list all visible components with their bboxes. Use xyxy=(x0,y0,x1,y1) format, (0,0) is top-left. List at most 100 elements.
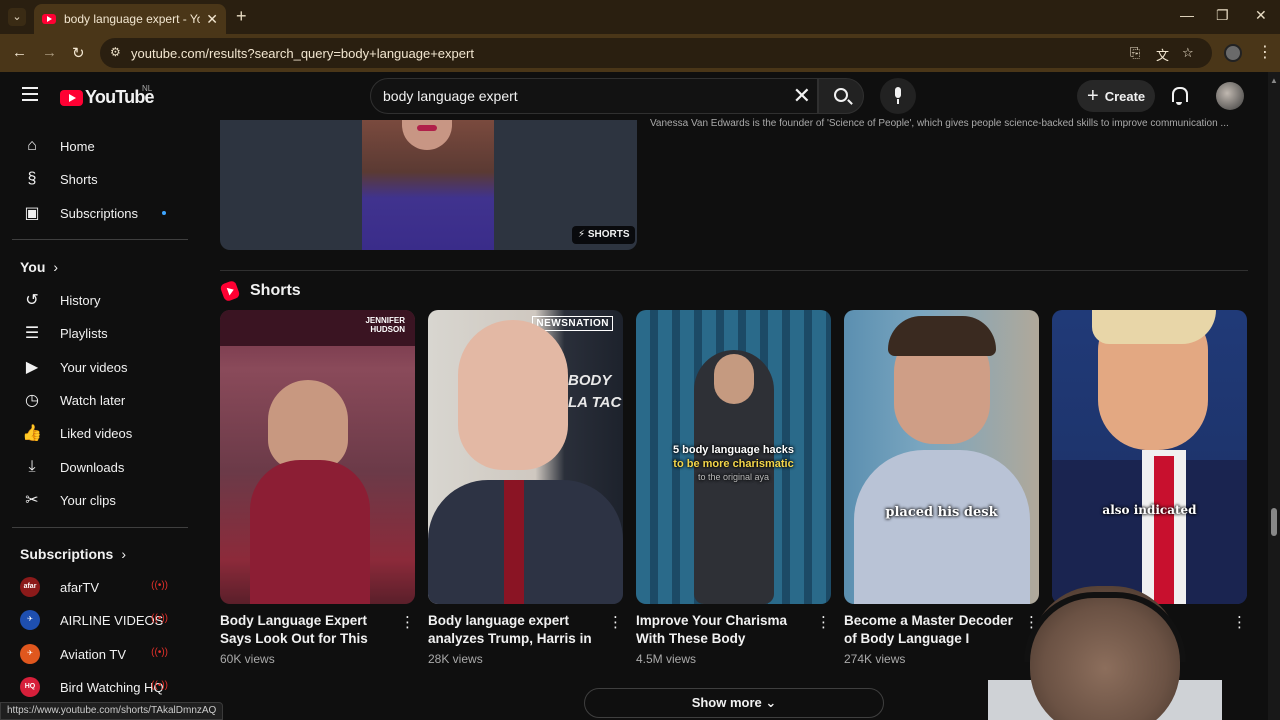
sidebar-subscriptions-heading[interactable]: Subscriptions › xyxy=(20,546,126,562)
browser-profile-icon[interactable] xyxy=(1224,44,1242,62)
youtube-favicon-icon xyxy=(42,14,56,24)
create-label: Create xyxy=(1104,88,1146,104)
more-options-icon[interactable]: ⋮ xyxy=(816,615,831,630)
thumbnail-caption: placed his desk xyxy=(885,505,998,520)
browser-tab-bar: ⌄ body language expert - YouTube ✕ + — ❐… xyxy=(0,0,1280,34)
more-options-icon[interactable]: ⋮ xyxy=(608,615,623,630)
thumbnail-caption: to the original aya xyxy=(697,472,770,482)
sidebar-item-label: Subscriptions xyxy=(60,205,139,221)
sidebar-channel-aviation-tv[interactable]: ✈ Aviation TV ((•)) xyxy=(12,638,190,670)
sidebar-item-playlists[interactable]: ☰ Playlists xyxy=(12,317,190,349)
show-more-button[interactable]: Show more ⌄ xyxy=(584,688,884,718)
search-input[interactable]: body language expert ✕ xyxy=(370,78,818,114)
sidebar-you-heading[interactable]: You › xyxy=(20,259,58,275)
webcam-overlay xyxy=(988,572,1222,720)
notifications-bell-icon[interactable] xyxy=(1170,86,1188,106)
thumbnail-hair xyxy=(888,316,996,356)
sidebar-channel-airline-videos[interactable]: ✈ AIRLINE VIDEOS ((•)) xyxy=(12,604,190,636)
thumbnail-person xyxy=(268,380,348,470)
thumbnail-image xyxy=(362,120,494,250)
restore-icon[interactable]: ❐ xyxy=(1216,7,1229,24)
sidebar-item-subscriptions[interactable]: ▣ Subscriptions xyxy=(12,197,190,229)
site-info-icon[interactable]: ⚙ xyxy=(110,45,121,59)
sidebar-item-label: Watch later xyxy=(60,392,126,408)
browser-tab[interactable]: body language expert - YouTube ✕ xyxy=(34,4,226,34)
voice-search-mic-icon[interactable] xyxy=(880,78,916,114)
liked-icon: 👍 xyxy=(22,425,42,442)
sidebar-item-history[interactable]: ↺ History xyxy=(12,284,190,316)
headphones-icon xyxy=(1024,592,1186,662)
sidebar-item-label: AIRLINE VIDEOS xyxy=(60,612,164,628)
sidebar-channel-afartv[interactable]: afar afarTV ((•)) xyxy=(12,571,190,603)
thumbnail-brand: NEWSNATION xyxy=(532,316,613,331)
reload-icon[interactable]: ↻ xyxy=(72,44,85,62)
sidebar-item-label: Playlists xyxy=(60,325,108,341)
short-title[interactable]: Body language expert analyzes Trump, Har… xyxy=(428,612,600,648)
sidebar-item-liked-videos[interactable]: 👍 Liked videos xyxy=(12,417,190,449)
short-thumbnail[interactable]: placed his desk xyxy=(844,310,1039,604)
sidebar-channel-bird-watching-hq[interactable]: HQ Bird Watching HQ ((•)) xyxy=(12,671,190,703)
hamburger-menu-icon[interactable] xyxy=(22,87,38,105)
translate-icon[interactable]: 文 xyxy=(1156,45,1169,64)
show-more-label: Show more xyxy=(691,695,762,710)
thumbnail-face xyxy=(714,354,754,404)
sidebar-item-watch-later[interactable]: ◷ Watch later xyxy=(12,384,190,416)
your-videos-icon: ▶ xyxy=(25,359,39,376)
sidebar-divider xyxy=(12,239,188,240)
short-thumbnail[interactable]: also indicated xyxy=(1052,310,1247,604)
clear-search-icon[interactable]: ✕ xyxy=(793,83,811,109)
sidebar-item-label: Aviation TV xyxy=(60,646,127,662)
short-views: 274K views xyxy=(844,652,906,666)
sidebar: ⌂ Home § Shorts ▣ Subscriptions You › ↺ H… xyxy=(0,120,200,720)
cast-icon[interactable]: ⎘ xyxy=(1130,45,1140,61)
section-divider xyxy=(220,270,1248,271)
more-options-icon[interactable]: ⋮ xyxy=(1232,615,1247,630)
sidebar-item-home[interactable]: ⌂ Home xyxy=(12,130,190,162)
browser-menu-icon[interactable]: ⋮ xyxy=(1257,42,1273,62)
playlists-icon: ☰ xyxy=(24,325,40,342)
search-button[interactable] xyxy=(818,78,864,114)
tab-close-icon[interactable]: ✕ xyxy=(206,11,218,28)
scroll-up-icon[interactable]: ▲ xyxy=(1270,76,1278,85)
short-thumbnail[interactable]: 5 body language hacks to be more charism… xyxy=(636,310,831,604)
thumbnail-person xyxy=(458,320,568,470)
sidebar-item-shorts[interactable]: § Shorts xyxy=(12,163,190,195)
search-query: body language expert xyxy=(383,88,518,104)
short-thumbnail[interactable]: JENNIFER HUDSON xyxy=(220,310,415,604)
shorts-section-icon xyxy=(219,279,241,303)
close-window-icon[interactable]: ✕ xyxy=(1255,7,1267,24)
create-button[interactable]: + Create xyxy=(1077,80,1155,112)
more-options-icon[interactable]: ⋮ xyxy=(400,615,415,630)
thumbnail-tie xyxy=(504,480,524,604)
address-bar[interactable]: ⚙ youtube.com/results?search_query=body+… xyxy=(100,38,1212,68)
short-card[interactable]: NEWSNATION BODY LA TAC Body language exp… xyxy=(428,310,623,666)
youtube-logo[interactable]: YouTube NL xyxy=(60,84,155,108)
new-tab-icon[interactable]: + xyxy=(236,6,247,27)
page-scrollbar[interactable]: ▲ xyxy=(1268,72,1280,720)
sidebar-item-downloads[interactable]: ⤓ Downloads xyxy=(12,451,190,483)
channel-avatar: afar xyxy=(20,577,40,597)
chevron-right-icon: › xyxy=(121,546,127,562)
history-icon: ↺ xyxy=(25,292,39,309)
short-card[interactable]: 5 body language hacks to be more charism… xyxy=(636,310,831,666)
forward-icon[interactable]: → xyxy=(42,44,57,61)
back-icon[interactable]: ← xyxy=(12,44,27,61)
short-title[interactable]: Body Language Expert Says Look Out for T… xyxy=(220,612,392,648)
short-thumbnail[interactable]: NEWSNATION BODY LA TAC xyxy=(428,310,623,604)
link-status-bar: https://www.youtube.com/shorts/TAkalDmnz… xyxy=(0,702,224,720)
sidebar-item-your-videos[interactable]: ▶ Your videos xyxy=(12,351,190,383)
short-title[interactable]: Improve Your Charisma With These Body La… xyxy=(636,612,808,648)
sidebar-item-label: Your videos xyxy=(60,359,128,375)
home-icon: ⌂ xyxy=(27,137,37,154)
short-card[interactable]: placed his desk Become a Master Decoder … xyxy=(844,310,1039,666)
sidebar-item-label: Home xyxy=(60,138,95,154)
account-avatar[interactable] xyxy=(1216,82,1244,110)
shorts-icon: § xyxy=(27,170,37,187)
bookmark-star-icon[interactable]: ☆ xyxy=(1182,45,1194,61)
sidebar-item-your-clips[interactable]: ✂ Your clips xyxy=(12,484,190,516)
tab-search-chevron-icon[interactable]: ⌄ xyxy=(8,8,26,26)
minimize-icon[interactable]: — xyxy=(1180,7,1194,23)
short-card[interactable]: JENNIFER HUDSON Body Language Expert Say… xyxy=(220,310,415,666)
short-card[interactable]: also indicated ... rt ... mp ... ⋮ xyxy=(1052,310,1247,630)
scrollbar-thumb[interactable] xyxy=(1271,508,1277,536)
